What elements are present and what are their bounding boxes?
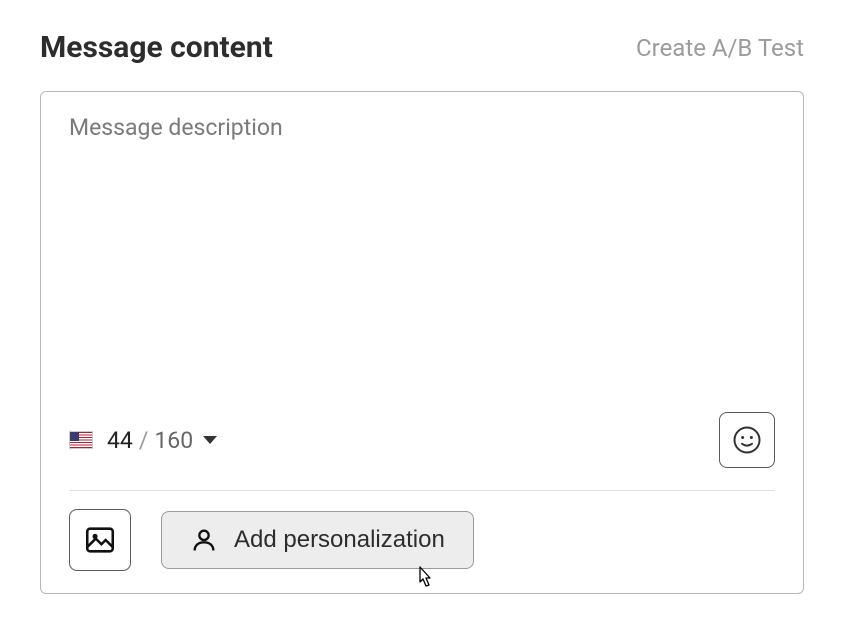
emoji-button[interactable] — [719, 412, 775, 468]
textarea-placeholder: Message description — [69, 114, 283, 141]
image-icon — [83, 523, 117, 557]
add-personalization-button[interactable]: Add personalization — [161, 511, 474, 569]
character-counter[interactable]: 44 / 160 — [69, 427, 217, 454]
counter-max: 160 — [154, 427, 193, 454]
message-editor-card: Message description 44 / 160 — [40, 91, 804, 594]
pointer-cursor-icon — [412, 564, 438, 594]
actions-row: Add personalization — [41, 491, 803, 593]
counter-row: 44 / 160 — [41, 412, 803, 480]
message-textarea[interactable]: Message description — [41, 92, 803, 412]
chevron-down-icon — [203, 436, 217, 444]
counter-text: 44 / 160 — [107, 427, 217, 454]
counter-separator: / — [139, 427, 149, 454]
person-icon — [190, 526, 218, 554]
header-row: Message content Create A/B Test — [40, 30, 804, 65]
section-title: Message content — [40, 30, 273, 65]
create-ab-test-link[interactable]: Create A/B Test — [636, 34, 804, 62]
smile-icon — [732, 425, 762, 455]
insert-image-button[interactable] — [69, 509, 131, 571]
us-flag-icon — [69, 431, 93, 449]
add-personalization-label: Add personalization — [234, 526, 445, 554]
counter-current: 44 — [107, 427, 133, 454]
